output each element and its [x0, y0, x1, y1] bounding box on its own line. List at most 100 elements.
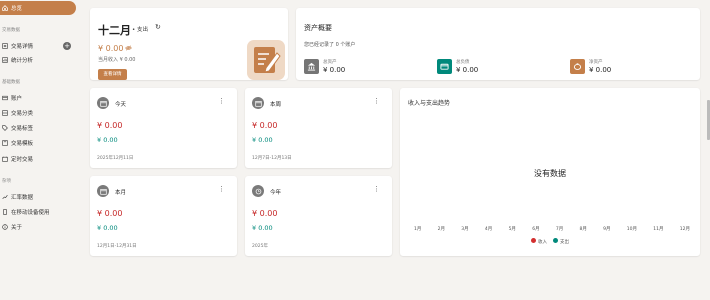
period-date: 12月7日-12月13日 — [252, 156, 292, 161]
home-icon — [2, 5, 8, 11]
sidebar-item-tags[interactable]: 交易标签 — [0, 122, 76, 134]
x-tick-label: 6月 — [532, 227, 540, 232]
section-label-transactions: 交易数据 — [2, 28, 20, 33]
asset-overview-card: 资产概要 您已经记录了 0 个账户 总资产 ¥ 0.00 总负债 ¥ 0.00 … — [296, 8, 700, 80]
period-income: ¥ 0.00 — [97, 136, 118, 144]
stat-label: 净资产 — [589, 60, 603, 65]
period-date: 2025年 — [252, 244, 268, 249]
credit-card-icon — [437, 59, 452, 74]
more-vert-icon[interactable]: ⋮ — [373, 98, 380, 105]
period-name: 今天 — [115, 102, 127, 108]
month-expense-amount: ¥ 0.00 — [98, 44, 124, 53]
period-name: 本周 — [270, 102, 282, 108]
period-income: ¥ 0.00 — [97, 224, 118, 232]
x-tick-label: 9月 — [603, 227, 611, 232]
sidebar-item-overview[interactable]: 总览 — [0, 1, 76, 15]
sidebar-item-label: 交易模板 — [11, 141, 34, 147]
month-title: 十二月 — [98, 24, 131, 37]
calendar-today-icon — [97, 97, 109, 109]
more-vert-icon[interactable]: ⋮ — [373, 186, 380, 193]
total-assets-stat: 总资产 ¥ 0.00 — [304, 59, 345, 74]
net-assets-stat: 净资产 ¥ 0.00 — [570, 59, 611, 74]
sidebar-item-label: 定时交易 — [11, 157, 34, 163]
sidebar-item-label: 在移动设备使用 — [11, 210, 50, 216]
income-expense-trend-card: 收入与支出趋势 没有数据 1月 2月 3月 4月 5月 6月 7月 8月 9月 10月 11月 12月… — [400, 88, 700, 256]
legend-label: 收入 — [538, 240, 547, 245]
period-card-week: 本周 ⋮ ¥ 0.00 ¥ 0.00 12月7日-12月13日 — [245, 88, 392, 168]
total-liabilities-stat: 总负债 ¥ 0.00 — [437, 59, 478, 74]
x-tick-label: 1月 — [414, 227, 422, 232]
schedule-icon — [2, 156, 8, 162]
period-card-today: 今天 ⋮ ¥ 0.00 ¥ 0.00 2025年12月11日 — [90, 88, 237, 168]
phone-icon — [2, 209, 8, 215]
more-vert-icon[interactable]: ⋮ — [218, 186, 225, 193]
month-summary-card: 十二月 • 支出 ↻ ¥ 0.00 当月收入 ¥ 0.00 查看详情 — [90, 8, 288, 80]
trend-title: 收入与支出趋势 — [408, 100, 451, 107]
piggy-bank-icon — [570, 59, 585, 74]
x-tick-label: 4月 — [484, 227, 493, 232]
sidebar-item-statistics[interactable]: 统计分析 — [0, 54, 76, 66]
stat-value: ¥ 0.00 — [323, 66, 346, 74]
calendar-month-icon — [97, 185, 109, 197]
month-subtitle: • 支出 — [132, 27, 148, 33]
sidebar-item-label: 交易标签 — [11, 126, 34, 132]
eye-off-icon[interactable] — [125, 45, 132, 53]
sidebar-item-accounts[interactable]: 账户 — [0, 92, 76, 104]
period-card-year: 今年 ⋮ ¥ 0.00 ¥ 0.00 2025年 — [245, 176, 392, 256]
x-tick-label: 11月 — [653, 227, 664, 232]
list-icon — [2, 43, 8, 49]
bank-icon — [304, 59, 319, 74]
more-vert-icon[interactable]: ⋮ — [218, 98, 225, 105]
section-label-misc: 杂项 — [2, 179, 11, 184]
sidebar-item-exchange-rates[interactable]: 汇率数据 — [0, 191, 76, 203]
period-date: 2025年12月11日 — [97, 156, 134, 161]
legend-income[interactable]: 收入 — [531, 238, 547, 245]
stat-label: 总负债 — [456, 60, 470, 65]
x-tick-label: 3月 — [461, 227, 469, 232]
trend-icon — [2, 194, 8, 200]
sidebar-item-scheduled[interactable]: 定时交易 — [0, 153, 76, 165]
tag-icon — [2, 125, 8, 131]
sidebar-item-label: 账户 — [11, 96, 23, 102]
category-icon — [2, 110, 8, 116]
stat-value: ¥ 0.00 — [589, 66, 612, 74]
info-icon — [2, 224, 8, 230]
no-data-label: 没有数据 — [534, 169, 566, 178]
sidebar-item-categories[interactable]: 交易分类 — [0, 107, 76, 119]
sidebar-item-label: 汇率数据 — [11, 195, 34, 201]
x-tick-label: 12月 — [679, 227, 690, 232]
period-income: ¥ 0.00 — [252, 136, 273, 144]
add-transaction-icon[interactable]: + — [63, 42, 71, 50]
stat-value: ¥ 0.00 — [456, 66, 479, 74]
sidebar-item-mobile[interactable]: 在移动设备使用 — [0, 206, 76, 218]
period-date: 12月1日-12月31日 — [97, 244, 137, 249]
x-tick-label: 2月 — [437, 227, 446, 232]
refresh-icon[interactable]: ↻ — [155, 23, 161, 31]
legend-expense[interactable]: 支出 — [553, 238, 569, 245]
calendar-week-icon — [252, 97, 264, 109]
section-label-basic: 基础数据 — [2, 80, 20, 85]
period-expense: ¥ 0.00 — [252, 209, 278, 218]
x-tick-label: 5月 — [508, 227, 516, 232]
x-tick-label: 7月 — [555, 227, 564, 232]
view-details-button[interactable]: 查看详情 — [98, 69, 127, 80]
x-axis-ticks: 1月 2月 3月 4月 5月 6月 7月 8月 9月 10月 11月 12月 — [414, 226, 690, 232]
period-name: 今年 — [270, 190, 282, 196]
period-name: 本月 — [115, 190, 127, 196]
sidebar-item-label: 交易分类 — [11, 111, 34, 117]
x-tick-label: 8月 — [579, 227, 587, 232]
period-income: ¥ 0.00 — [252, 224, 273, 232]
sidebar-item-label: 统计分析 — [11, 58, 34, 64]
overview-title: 资产概要 — [304, 24, 332, 32]
period-expense: ¥ 0.00 — [252, 121, 278, 130]
overview-subtitle: 您已经记录了 0 个账户 — [304, 42, 356, 48]
sidebar-item-about[interactable]: 关于 — [0, 221, 76, 233]
chart-icon — [2, 57, 8, 63]
month-income-text: 当月收入 ¥ 0.00 — [98, 57, 136, 63]
calendar-year-icon — [252, 185, 264, 197]
period-card-month: 本月 ⋮ ¥ 0.00 ¥ 0.00 12月1日-12月31日 — [90, 176, 237, 256]
period-expense: ¥ 0.00 — [97, 209, 123, 218]
sidebar-item-transaction-details[interactable]: 交易详情 + — [0, 40, 76, 52]
period-expense: ¥ 0.00 — [97, 121, 123, 130]
sidebar-item-templates[interactable]: 交易模板 — [0, 137, 76, 149]
